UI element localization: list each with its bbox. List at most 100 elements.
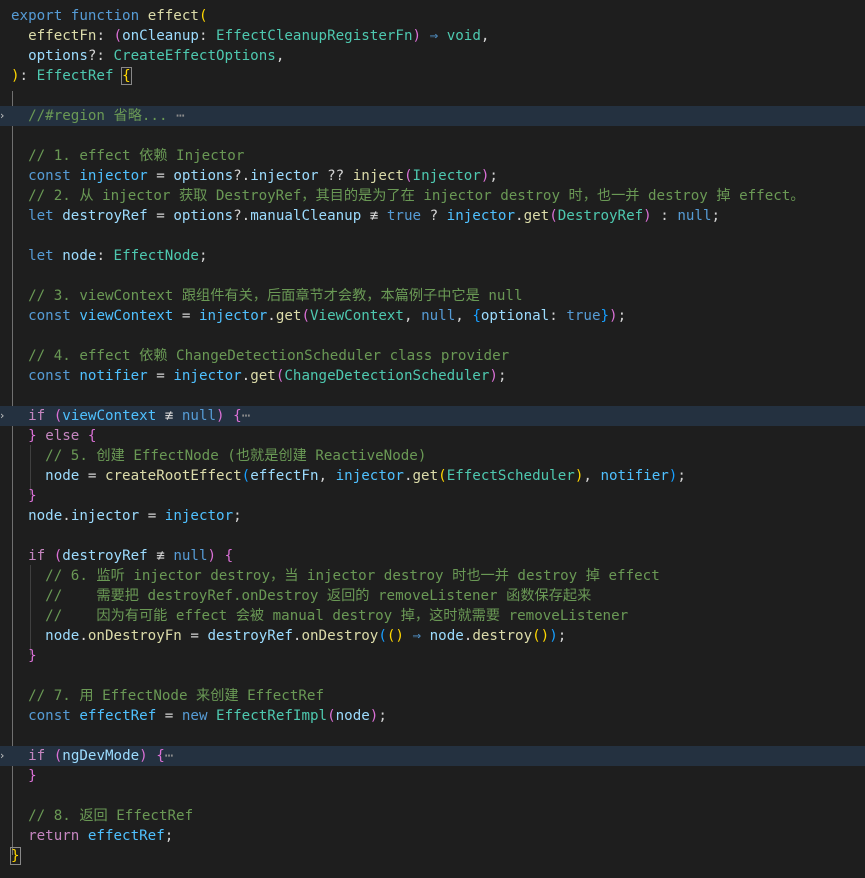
code-text: node.injector = injector; [11, 506, 242, 526]
code-token: , [480, 28, 490, 44]
code-line[interactable]: } else { [0, 426, 865, 446]
code-editor[interactable]: export function effect( effectFn: (onCle… [0, 0, 865, 878]
code-line[interactable] [0, 226, 865, 246]
code-text: } [10, 846, 21, 866]
code-token: ; [233, 508, 242, 524]
code-token: ≢ [361, 208, 387, 224]
code-line[interactable]: const effectRef = new EffectRefImpl(node… [0, 706, 865, 726]
code-line[interactable] [0, 726, 865, 746]
code-line[interactable]: // 1. effect 依赖 Injector [0, 146, 865, 166]
code-token: ≢ [147, 548, 174, 564]
code-token: notifier [600, 468, 669, 484]
code-token: } [28, 488, 37, 504]
code-line[interactable]: // 6. 监听 injector destroy，当 injector des… [0, 566, 865, 586]
code-line[interactable] [0, 386, 865, 406]
code-line[interactable]: const viewContext = injector.get(ViewCon… [0, 306, 865, 326]
code-line[interactable]: export function effect( [0, 6, 865, 26]
code-token: ( [378, 628, 387, 644]
code-line[interactable]: // 需要把 destroyRef.onDestroy 返回的 removeLi… [0, 586, 865, 606]
code-token: CreateEffectOptions [113, 48, 276, 64]
fold-chevron-icon[interactable]: › [0, 106, 8, 126]
code-token: const [28, 308, 71, 324]
code-line[interactable] [0, 786, 865, 806]
code-line[interactable]: › if (ngDevMode) {⋯ [0, 746, 865, 766]
code-line[interactable]: if (destroyRef ≢ null) { [0, 546, 865, 566]
code-text: ): EffectRef { [11, 66, 132, 86]
code-line[interactable] [0, 86, 865, 106]
code-token: effectFn [250, 468, 319, 484]
code-line[interactable]: node.onDestroyFn = destroyRef.onDestroy(… [0, 626, 865, 646]
code-line[interactable]: // 3. viewContext 跟组件有关，后面章节才会教，本篇例子中它是 … [0, 286, 865, 306]
code-line[interactable]: effectFn: (onCleanup: EffectCleanupRegis… [0, 26, 865, 46]
code-token: destroyRef [207, 628, 293, 644]
code-line[interactable]: // 4. effect 依赖 ChangeDetectionScheduler… [0, 346, 865, 366]
code-token: ⋯ [176, 108, 185, 124]
code-token: ) [216, 408, 225, 424]
code-token: null [421, 308, 456, 324]
code-token: EffectScheduler [446, 468, 575, 484]
code-token: optional [480, 308, 550, 324]
code-line[interactable]: › if (viewContext ≢ null) {⋯ [0, 406, 865, 426]
code-line[interactable]: } [0, 846, 865, 866]
code-token: ⇒ [412, 628, 422, 644]
code-line[interactable]: let node: EffectNode; [0, 246, 865, 266]
code-token: ( [301, 308, 311, 324]
code-line[interactable]: // 因为有可能 effect 会被 manual destroy 掉，这时就需… [0, 606, 865, 626]
code-text: } [11, 486, 37, 506]
code-line[interactable]: // 5. 创建 EffectNode (也就是创建 ReactiveNode) [0, 446, 865, 466]
code-token: effectRef [79, 708, 157, 724]
code-token: ? [421, 208, 447, 224]
code-token: true [566, 308, 601, 324]
code-token: , [455, 308, 473, 324]
code-token: effectRef [87, 828, 165, 844]
code-token: // 2. 从 injector 获取 DestroyRef，其目的是为了在 i… [28, 188, 805, 204]
code-line[interactable]: let destroyRef = options?.manualCleanup … [0, 206, 865, 226]
code-line[interactable]: const notifier = injector.get(ChangeDete… [0, 366, 865, 386]
code-line[interactable]: › //#region 省略... ⋯ [0, 106, 865, 126]
code-token: function [70, 8, 140, 24]
code-token: EffectRef [36, 68, 114, 84]
code-line[interactable]: const injector = options?.injector ?? in… [0, 166, 865, 186]
code-token: ( [403, 168, 413, 184]
code-line[interactable] [0, 266, 865, 286]
code-line[interactable]: ): EffectRef { [0, 66, 865, 86]
code-line[interactable]: options?: CreateEffectOptions, [0, 46, 865, 66]
code-token: // 需要把 destroyRef.onDestroy 返回的 removeLi… [45, 588, 592, 604]
code-text: // 4. effect 依赖 ChangeDetectionScheduler… [11, 346, 509, 366]
code-token: ( [438, 468, 447, 484]
fold-chevron-icon[interactable]: › [0, 406, 8, 426]
code-token: onDestroy [301, 628, 379, 644]
code-line[interactable]: node = createRootEffect(effectFn, inject… [0, 466, 865, 486]
code-line[interactable]: } [0, 766, 865, 786]
code-line[interactable]: return effectRef; [0, 826, 865, 846]
code-line[interactable]: // 2. 从 injector 获取 DestroyRef，其目的是为了在 i… [0, 186, 865, 206]
fold-chevron-icon[interactable]: › [0, 746, 8, 766]
code-line[interactable] [0, 126, 865, 146]
code-line[interactable] [0, 526, 865, 546]
code-line[interactable]: } [0, 486, 865, 506]
code-line[interactable]: } [0, 646, 865, 666]
code-line[interactable] [0, 666, 865, 686]
code-line[interactable]: // 8. 返回 EffectRef [0, 806, 865, 826]
code-token: ; [617, 308, 627, 324]
code-token: : [651, 208, 678, 224]
code-token: { [224, 548, 234, 564]
code-token: // 7. 用 EffectNode 来创建 EffectRef [28, 688, 325, 704]
code-line[interactable]: node.injector = injector; [0, 506, 865, 526]
code-line[interactable] [0, 326, 865, 346]
code-token: : [96, 28, 114, 44]
code-line[interactable]: // 7. 用 EffectNode 来创建 EffectRef [0, 686, 865, 706]
code-token: : [19, 68, 37, 84]
code-token: : [549, 308, 567, 324]
